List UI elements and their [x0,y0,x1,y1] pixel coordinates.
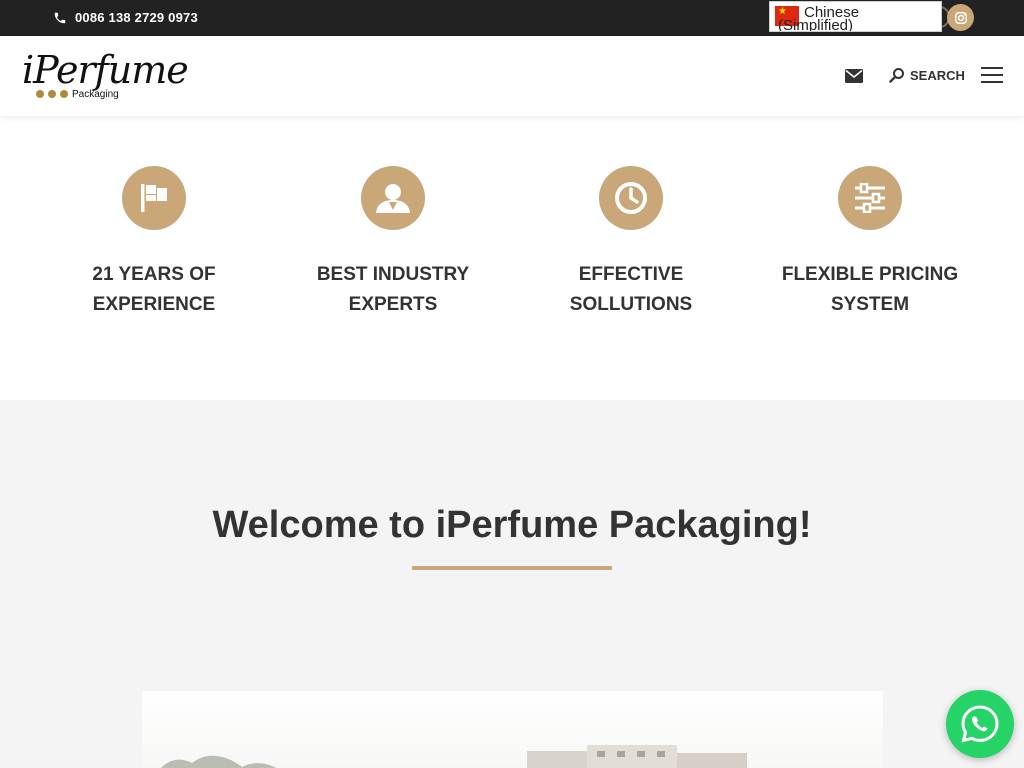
flag-icon [122,166,186,230]
search-icon [889,68,904,83]
feature-experience: 21 YEARS OF EXPERIENCE [54,166,254,320]
title-divider [412,566,612,570]
feature-pricing: FLEXIBLE PRICING SYSTEM [770,166,970,320]
factory-photo [142,691,883,768]
whatsapp-icon [961,705,999,743]
mail-icon[interactable] [845,69,863,83]
feature-label: FLEXIBLE PRICING SYSTEM [781,264,959,315]
sliders-icon [838,166,902,230]
feature-label: BEST INDUSTRY EXPERTS [316,264,470,315]
clock-icon [599,166,663,230]
top-bar: 0086 138 2729 0973 ★ Chinese (Simplified… [0,0,1024,36]
welcome-section: Welcome to iPerfume Packaging! [0,400,1024,768]
phone-contact[interactable]: 0086 138 2729 0973 [53,10,198,25]
phone-icon [54,12,66,23]
features-section: 21 YEARS OF EXPERIENCE BEST INDUSTRY EXP… [0,116,1024,400]
whatsapp-chat-button[interactable] [946,690,1014,758]
search-button[interactable]: SEARCH [889,67,965,83]
instagram-icon[interactable] [947,4,974,31]
building-graphic [527,745,747,768]
language-selector[interactable]: ★ Chinese (Simplified) [769,1,942,32]
feature-solutions: EFFECTIVE SOLLUTIONS [531,166,731,320]
language-label: Chinese (Simplified) [778,4,860,32]
feature-label: 21 YEARS OF EXPERIENCE [92,264,216,315]
menu-hamburger-icon[interactable] [981,67,1003,85]
logo-dots [36,90,68,98]
logo-subtitle: Packaging [72,89,119,100]
phone-number: 0086 138 2729 0973 [75,10,198,25]
welcome-title: Welcome to iPerfume Packaging! [212,504,812,546]
feature-label: EFFECTIVE SOLLUTIONS [569,264,693,315]
feature-experts: BEST INDUSTRY EXPERTS [293,166,493,320]
search-label: SEARCH [910,67,965,83]
site-header: iPerfume Packaging SEARCH [0,36,1024,116]
trees-graphic [161,755,277,768]
user-icon [361,166,425,230]
site-logo[interactable]: iPerfume Packaging [22,48,189,104]
logo-wordmark: iPerfume [22,48,189,92]
